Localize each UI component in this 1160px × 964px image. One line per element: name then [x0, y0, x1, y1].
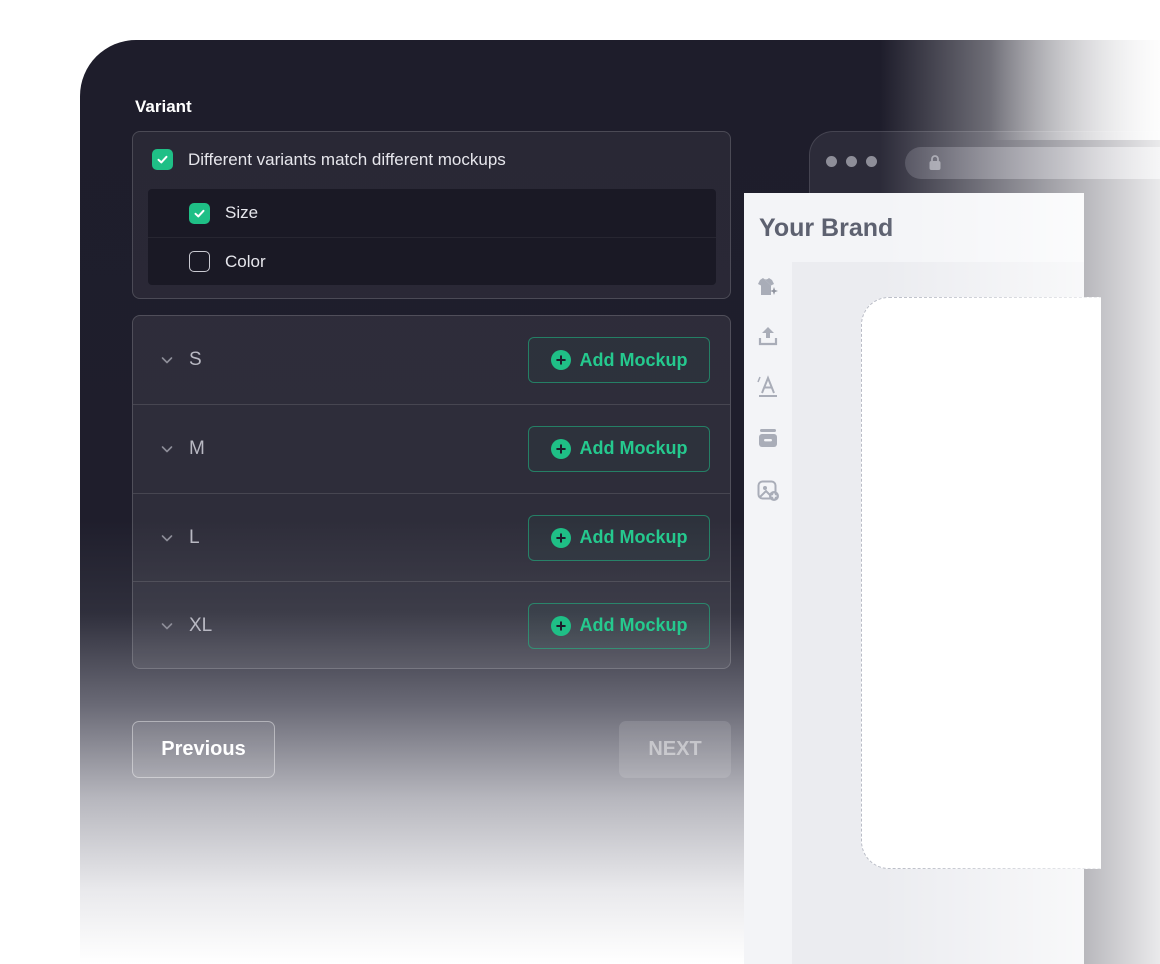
plus-circle-icon	[550, 615, 571, 636]
variant-sub-options: Size Color	[148, 189, 716, 285]
image-add-icon[interactable]	[756, 478, 780, 502]
mockup-editor-page: Your Brand	[744, 193, 1101, 964]
chevron-down-icon[interactable]	[160, 353, 174, 367]
previous-button[interactable]: Previous	[132, 721, 275, 778]
upload-icon[interactable]	[756, 324, 780, 348]
next-button[interactable]: NEXT	[619, 721, 731, 778]
size-row-m[interactable]: M Add Mockup	[133, 404, 730, 492]
brand-title: Your Brand	[759, 214, 894, 242]
size-row-xl[interactable]: XL Add Mockup	[133, 581, 730, 668]
add-mockup-button[interactable]: Add Mockup	[528, 602, 710, 649]
design-drop-area[interactable]	[861, 297, 1101, 869]
checkbox-size[interactable]: Size	[148, 189, 716, 237]
size-label: L	[189, 526, 200, 548]
add-mockup-button[interactable]: Add Mockup	[528, 425, 710, 472]
layer-icon[interactable]	[756, 426, 780, 450]
chevron-down-icon[interactable]	[160, 442, 174, 456]
checkbox-checked-icon	[189, 202, 210, 224]
checkbox-label: Size	[225, 203, 259, 222]
text-icon[interactable]	[756, 374, 780, 398]
variant-options-panel: Different variants match different mocku…	[132, 131, 731, 299]
lock-icon	[929, 155, 941, 170]
window-dot-icon	[846, 156, 857, 167]
plus-circle-icon	[550, 438, 571, 459]
address-bar[interactable]	[905, 147, 1160, 179]
add-mockup-button[interactable]: Add Mockup	[528, 514, 710, 561]
size-label: S	[189, 349, 202, 370]
checkbox-different-variants[interactable]: Different variants match different mocku…	[152, 149, 506, 170]
checkbox-color[interactable]: Color	[148, 237, 716, 285]
add-mockup-label: Add Mockup	[579, 438, 688, 458]
window-dot-icon	[826, 156, 837, 167]
size-variant-list: S Add Mockup M Add Mockup L Add Mockup X…	[132, 315, 731, 669]
plus-circle-icon	[550, 527, 571, 548]
plus-circle-icon	[550, 350, 571, 370]
size-label: XL	[189, 614, 213, 636]
section-label-variant: Variant	[135, 97, 192, 116]
chevron-down-icon[interactable]	[160, 531, 174, 545]
size-row-l[interactable]: L Add Mockup	[133, 493, 730, 581]
add-mockup-label: Add Mockup	[579, 527, 688, 547]
size-label: M	[189, 437, 205, 459]
checkbox-unchecked-icon	[189, 251, 210, 272]
checkbox-label: Color	[225, 251, 266, 271]
size-row-s[interactable]: S Add Mockup	[133, 316, 730, 404]
checkbox-checked-icon	[152, 149, 173, 170]
add-mockup-label: Add Mockup	[579, 349, 688, 370]
checkbox-label: Different variants match different mocku…	[188, 149, 506, 169]
chevron-down-icon[interactable]	[160, 619, 174, 633]
window-dot-icon	[866, 156, 877, 167]
window-controls	[826, 156, 877, 167]
add-mockup-label: Add Mockup	[579, 615, 688, 635]
tshirt-sparkle-icon[interactable]	[756, 275, 780, 299]
add-mockup-button[interactable]: Add Mockup	[528, 337, 710, 383]
